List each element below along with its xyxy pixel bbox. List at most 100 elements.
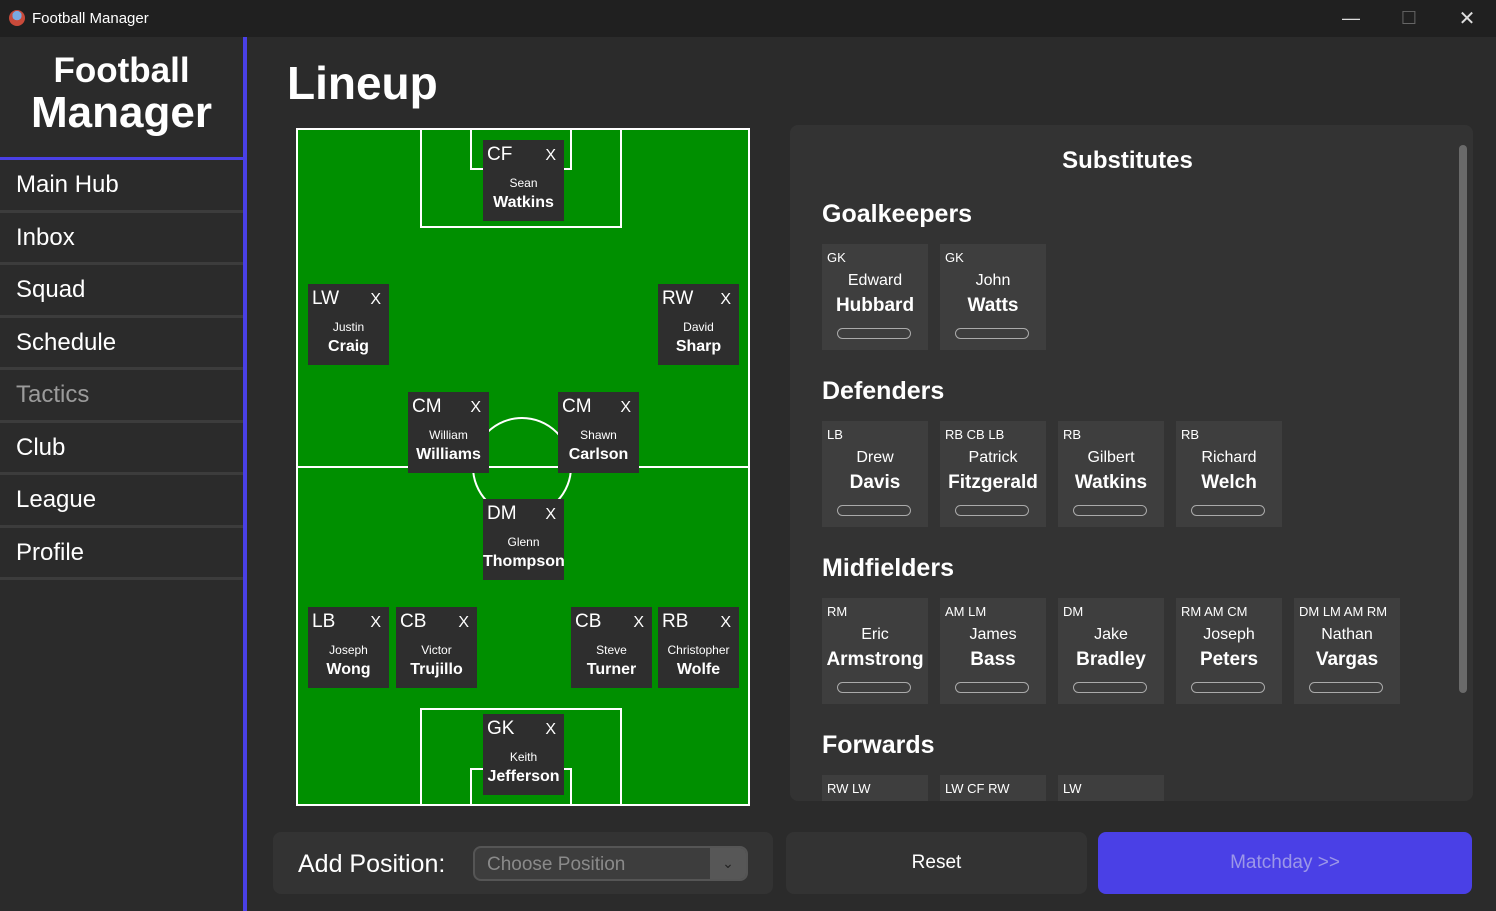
brand-line-2: Manager [31,88,212,137]
sidebar-item-schedule[interactable]: Schedule [0,318,243,370]
sub-first-name: James [969,626,1017,643]
lineup-card-gk[interactable]: GK X Keith Jefferson [483,714,564,795]
forwards-heading: Forwards [822,731,935,759]
sub-card[interactable]: RM Eric Armstrong [822,598,928,704]
sidebar-border [243,37,247,911]
substitutes-panel: Substitutes Goalkeepers GK Edward Hubbar… [790,125,1473,801]
close-window-button[interactable]: ✕ [1438,0,1496,37]
position-select-placeholder: Choose Position [487,854,626,875]
player-last-name: Trujillo [410,661,463,678]
sub-card[interactable]: DM LM AM RM Nathan Vargas [1294,598,1400,704]
lineup-card-rb[interactable]: RB X Christopher Wolfe [658,607,739,688]
player-last-name: Sharp [675,338,722,355]
substitutes-title: Substitutes [1062,147,1193,174]
player-first-name: William [429,428,468,442]
position-select[interactable]: Choose Position ⌄ [473,846,748,881]
chevron-down-icon[interactable]: ⌄ [710,848,746,879]
remove-player-button[interactable]: X [370,614,381,632]
sub-card[interactable]: LB Drew Davis [822,421,928,527]
sidebar-item-inbox[interactable]: Inbox [0,213,243,265]
remove-player-button[interactable]: X [545,506,556,524]
matchday-button[interactable]: Matchday >> [1098,832,1472,894]
sub-card[interactable]: GK Edward Hubbard [822,244,928,350]
lineup-card-rw[interactable]: RW X David Sharp [658,284,739,365]
remove-player-button[interactable]: X [470,399,481,417]
add-position-bar: Add Position: Choose Position ⌄ [273,832,773,894]
lineup-card-cf[interactable]: CF X Sean Watkins [483,140,564,221]
minimize-button[interactable]: — [1322,0,1380,37]
sub-first-name: Eric [861,626,889,643]
sub-first-name: Drew [856,449,894,466]
sub-position: LW CF RW [945,781,1010,796]
reset-button[interactable]: Reset [786,832,1087,894]
lineup-card-dm[interactable]: DM X Glenn Thompson [483,499,565,580]
lineup-card-lw[interactable]: LW X Justin Craig [308,284,389,365]
lineup-card-cb-left[interactable]: CB X Victor Trujillo [396,607,477,688]
player-position: CM [412,396,442,417]
player-first-name: Glenn [507,535,540,549]
midfielders-heading: Midfielders [822,554,954,582]
sidebar-item-club[interactable]: Club [0,423,243,475]
player-first-name: Joseph [329,643,368,657]
remove-player-button[interactable]: X [545,721,556,739]
sub-card[interactable]: GK John Watts [940,244,1046,350]
sub-last-name: Bradley [1076,649,1146,670]
sub-card[interactable]: RW LW [822,775,928,801]
lineup-card-cm-left[interactable]: CM X William Williams [408,392,489,473]
remove-player-button[interactable]: X [720,614,731,632]
player-last-name: Williams [416,446,481,463]
sidebar-item-squad[interactable]: Squad [0,265,243,318]
sub-position: GK [827,250,846,265]
player-last-name: Craig [328,338,369,355]
lineup-card-lb[interactable]: LB X Joseph Wong [308,607,389,688]
player-first-name: David [683,320,714,334]
sub-card[interactable]: RB Gilbert Watkins [1058,421,1164,527]
remove-player-button[interactable]: X [370,291,381,309]
sub-card[interactable]: RB CB LB Patrick Fitzgerald [940,421,1046,527]
sidebar-item-league[interactable]: League [0,475,243,528]
remove-player-button[interactable]: X [633,614,644,632]
player-first-name: Victor [421,643,452,657]
sub-last-name: Vargas [1315,649,1379,670]
goalkeepers-heading: Goalkeepers [822,200,973,228]
remove-player-button[interactable]: X [545,147,556,165]
sub-position: GK [945,250,964,265]
sidebar-item-profile[interactable]: Profile [0,528,243,580]
sub-last-name: Watkins [1074,472,1148,493]
maximize-button[interactable]: ☐ [1380,0,1438,37]
sub-card[interactable]: LW [1058,775,1164,801]
player-last-name: Jefferson [487,768,560,785]
player-last-name: Carlson [568,446,629,463]
player-first-name: Keith [509,750,538,764]
sub-first-name: Joseph [1203,626,1255,643]
sub-position: LW [1063,781,1082,796]
player-position: CM [562,396,592,417]
remove-player-button[interactable]: X [720,291,731,309]
sub-card[interactable]: RM AM CM Joseph Peters [1176,598,1282,704]
sidebar-nav: Main Hub Inbox Squad Schedule Tactics Cl… [0,160,243,580]
defenders-heading: Defenders [822,377,945,405]
sub-condition-bar [837,505,911,516]
player-last-name: Wong [326,661,371,678]
lineup-card-cm-right[interactable]: CM X Shawn Carlson [558,392,639,473]
sidebar-item-main-hub[interactable]: Main Hub [0,160,243,213]
sub-last-name: Watts [967,295,1019,316]
window-title: Football Manager [32,10,149,27]
player-last-name: Turner [586,661,637,678]
player-first-name: Christopher [667,643,730,657]
lineup-card-cb-right[interactable]: CB X Steve Turner [571,607,652,688]
substitutes-scrollbar[interactable] [1459,145,1467,693]
sub-card[interactable]: DM Jake Bradley [1058,598,1164,704]
sub-card[interactable]: RB Richard Welch [1176,421,1282,527]
sub-condition-bar [955,682,1029,693]
sub-position: LB [827,427,843,442]
remove-player-button[interactable]: X [620,399,631,417]
sub-card[interactable]: LW CF RW [940,775,1046,801]
remove-player-button[interactable]: X [458,614,469,632]
player-last-name: Wolfe [676,661,721,678]
sub-position: AM LM [945,604,987,619]
sub-condition-bar [955,328,1029,339]
sub-first-name: Nathan [1321,626,1373,643]
sub-last-name: Armstrong [826,649,924,670]
sub-card[interactable]: AM LM James Bass [940,598,1046,704]
